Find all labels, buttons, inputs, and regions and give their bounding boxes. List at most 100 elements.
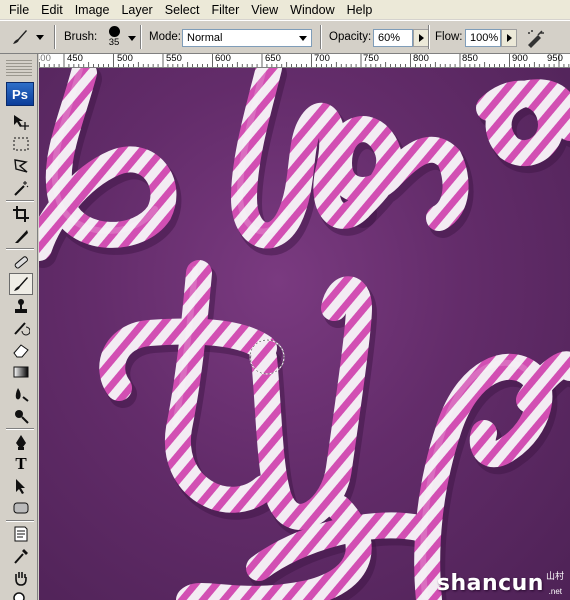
ruler-label-partial: 400 xyxy=(39,54,51,64)
marquee-tool[interactable] xyxy=(9,133,33,155)
drop-icon xyxy=(15,388,29,402)
flow-field[interactable]: 100% xyxy=(465,29,501,47)
chevron-right-icon xyxy=(418,34,424,42)
document-canvas[interactable]: shancun 山村 .net xyxy=(39,68,570,600)
mode-select[interactable]: Normal xyxy=(182,29,312,47)
eyedropper-tool[interactable] xyxy=(9,545,33,567)
menu-help[interactable]: Help xyxy=(341,0,379,20)
cane-top-right xyxy=(476,79,570,166)
pen-tool[interactable] xyxy=(9,431,33,453)
brush-tool[interactable] xyxy=(9,273,33,295)
move-icon xyxy=(14,115,29,130)
toolbox-separator xyxy=(6,200,34,202)
hand-tool[interactable] xyxy=(9,567,33,589)
ruler-label: 450 xyxy=(67,54,83,64)
opacity-field[interactable]: 60% xyxy=(373,29,413,47)
magnifier-icon xyxy=(13,592,25,600)
watermark: shancun 山村 .net xyxy=(437,569,564,596)
ruler-label: 750 xyxy=(363,54,379,64)
stamp-icon xyxy=(15,299,27,313)
brush-icon xyxy=(13,30,27,44)
shape-tool[interactable] xyxy=(9,497,33,519)
watermark-text: shancun xyxy=(436,571,544,596)
gradient-icon xyxy=(13,366,29,378)
notes-tool[interactable] xyxy=(9,523,33,545)
zoom-tool[interactable] xyxy=(9,589,33,600)
menu-bar: File Edit Image Layer Select Filter View… xyxy=(0,0,570,20)
mode-label: Mode: xyxy=(149,31,181,43)
menu-file[interactable]: File xyxy=(3,0,35,20)
eraser-icon xyxy=(13,344,29,358)
note-icon xyxy=(14,526,28,542)
options-separator xyxy=(54,25,56,49)
chevron-down-icon xyxy=(36,34,44,40)
toolbox-separator xyxy=(6,428,34,430)
brush-label: Brush: xyxy=(64,31,98,43)
flow-label: Flow: xyxy=(435,31,463,43)
pen-icon xyxy=(16,435,26,450)
arrow-icon xyxy=(16,479,25,494)
history-brush-tool[interactable] xyxy=(9,317,33,339)
watermark-net: .net xyxy=(548,587,562,596)
dodge-icon xyxy=(15,410,29,424)
bandage-icon xyxy=(14,256,28,269)
menu-filter[interactable]: Filter xyxy=(205,0,245,20)
photoshop-logo[interactable]: Ps xyxy=(6,82,34,106)
airbrush-icon xyxy=(528,30,544,48)
candy-cane-artwork xyxy=(39,68,570,600)
healing-brush-tool[interactable] xyxy=(9,251,33,273)
opacity-label: Opacity: xyxy=(329,31,372,43)
gradient-tool[interactable] xyxy=(9,361,33,383)
eraser-tool[interactable] xyxy=(9,339,33,361)
menu-select[interactable]: Select xyxy=(159,0,206,20)
clone-stamp-tool[interactable] xyxy=(9,295,33,317)
chevron-down-icon xyxy=(299,36,307,41)
menu-layer[interactable]: Layer xyxy=(115,0,158,20)
eyedropper-icon xyxy=(14,549,28,564)
lasso-tool[interactable] xyxy=(9,155,33,177)
menu-window[interactable]: Window xyxy=(284,0,340,20)
dodge-tool[interactable] xyxy=(9,405,33,427)
ruler-label: 500 xyxy=(117,54,133,64)
options-bar: Brush: 35 Mode: Normal Opacity: 60% Flow… xyxy=(0,20,570,54)
flow-slider-button[interactable] xyxy=(501,29,517,47)
blur-tool[interactable] xyxy=(9,383,33,405)
options-separator xyxy=(140,25,142,49)
brush-preset-picker[interactable]: 35 xyxy=(104,23,124,53)
options-separator xyxy=(428,25,430,49)
move-tool[interactable] xyxy=(9,111,33,133)
menu-edit[interactable]: Edit xyxy=(35,0,69,20)
ruler-label: 950 xyxy=(547,54,563,64)
slice-tool[interactable] xyxy=(9,225,33,247)
brush-tip-icon xyxy=(108,26,120,37)
opacity-slider-button[interactable] xyxy=(413,29,429,47)
toolbox-separator xyxy=(6,520,34,522)
rectangle-icon xyxy=(13,502,29,514)
history-brush-icon xyxy=(14,322,30,336)
lasso-icon xyxy=(14,159,28,173)
ruler-label: 800 xyxy=(413,54,429,64)
chevron-right-icon xyxy=(506,34,512,42)
magic-wand-tool[interactable] xyxy=(9,177,33,199)
horizontal-ruler[interactable]: 400 450 500 550 600 650 700 750 800 850 … xyxy=(39,54,570,68)
menu-view[interactable]: View xyxy=(245,0,284,20)
menu-image[interactable]: Image xyxy=(69,0,116,20)
ruler-label: 550 xyxy=(166,54,182,64)
toolbox: Ps T xyxy=(0,54,38,600)
airbrush-toggle[interactable] xyxy=(524,27,546,49)
mode-value: Normal xyxy=(187,32,223,44)
path-selection-tool[interactable] xyxy=(9,475,33,497)
tool-preset-picker[interactable] xyxy=(10,26,48,48)
ruler-label: 850 xyxy=(462,54,478,64)
toolbox-separator xyxy=(6,248,34,250)
brush-dropdown-icon[interactable] xyxy=(128,36,136,41)
brush-icon xyxy=(14,277,28,291)
toolbox-grip[interactable] xyxy=(6,60,32,76)
type-tool[interactable]: T xyxy=(9,453,33,475)
crop-tool[interactable] xyxy=(9,203,33,225)
hand-icon xyxy=(15,572,27,586)
ruler-label: 900 xyxy=(512,54,528,64)
magic-wand-icon xyxy=(14,181,29,196)
slice-icon xyxy=(15,230,28,243)
brush-size-value: 35 xyxy=(108,37,120,48)
